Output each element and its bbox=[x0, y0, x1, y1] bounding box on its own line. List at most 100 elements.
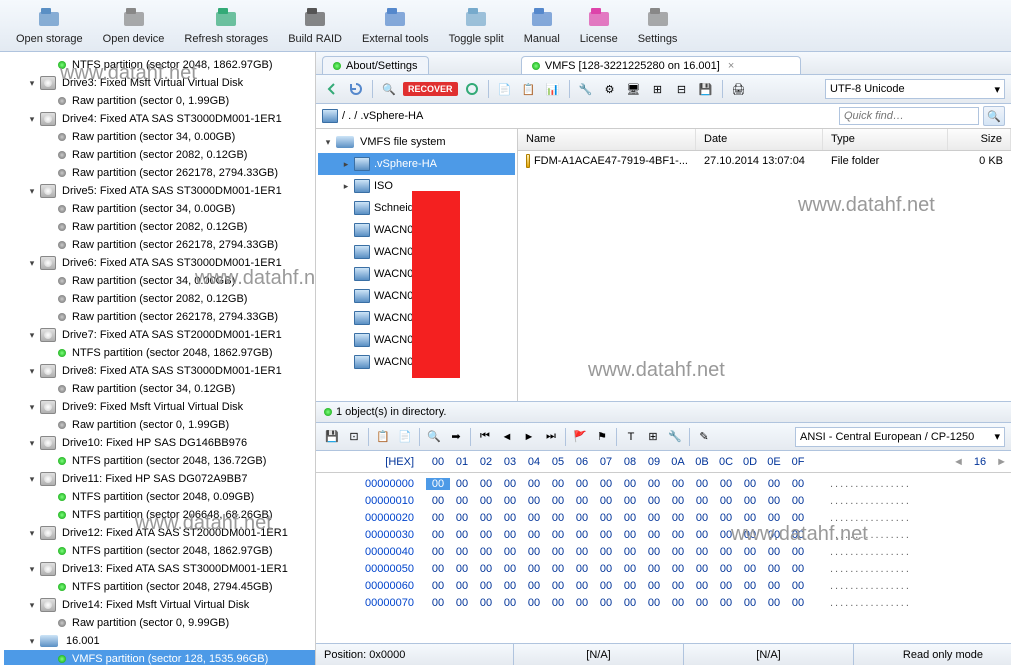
expander-icon[interactable] bbox=[26, 599, 38, 611]
tree-row[interactable]: Drive5: Fixed ATA SAS ST3000DM001-1ER1 bbox=[4, 182, 315, 200]
encoding-select[interactable]: UTF-8 Unicode ▾ bbox=[825, 79, 1005, 99]
refresh-icon[interactable] bbox=[346, 79, 366, 99]
breadcrumb-path[interactable]: / . / .vSphere-HA bbox=[342, 110, 423, 122]
tree-row[interactable]: Raw partition (sector 2082, 0.12GB) bbox=[4, 218, 315, 236]
tool-icon[interactable]: ⊞ bbox=[648, 79, 668, 99]
tree-row[interactable]: Raw partition (sector 34, 0.00GB) bbox=[4, 200, 315, 218]
expander-icon[interactable] bbox=[26, 527, 38, 539]
tree-row[interactable]: NTFS partition (sector 2048, 1862.97GB) bbox=[4, 344, 315, 362]
hex-row[interactable]: 0000006000000000000000000000000000000000… bbox=[316, 577, 1011, 594]
expander-icon[interactable] bbox=[26, 563, 38, 575]
paste-icon[interactable]: 📄 bbox=[395, 427, 415, 447]
prev-icon[interactable]: ◄ bbox=[497, 427, 517, 447]
hex-content[interactable]: 0000000000000000000000000000000000000000… bbox=[316, 473, 1011, 643]
tree-row[interactable]: Drive14: Fixed Msft Virtual Virtual Disk bbox=[4, 596, 315, 614]
hex-nav-right[interactable]: ► bbox=[992, 456, 1011, 468]
tree-row[interactable]: Drive9: Fixed Msft Virtual Virtual Disk bbox=[4, 398, 315, 416]
tool-icon[interactable]: 🔧 bbox=[576, 79, 596, 99]
col-size[interactable]: Size bbox=[948, 129, 1011, 150]
goto-icon[interactable]: ➡ bbox=[446, 427, 466, 447]
tree-row[interactable]: Drive13: Fixed ATA SAS ST3000DM001-1ER1 bbox=[4, 560, 315, 578]
expander-icon[interactable] bbox=[322, 136, 334, 148]
tool-icon[interactable]: 🔧 bbox=[665, 427, 685, 447]
hex-row[interactable]: 0000000000000000000000000000000000000000… bbox=[316, 475, 1011, 492]
tree-row[interactable]: NTFS partition (sector 206648, 68.26GB) bbox=[4, 506, 315, 524]
txt-icon[interactable]: T bbox=[621, 427, 641, 447]
tool-icon[interactable]: ⊞ bbox=[643, 427, 663, 447]
toolbar-manual[interactable]: Manual bbox=[514, 2, 570, 49]
expander-icon[interactable] bbox=[26, 365, 38, 377]
tree-row[interactable]: Drive10: Fixed HP SAS DG146BB976 bbox=[4, 434, 315, 452]
hex-row[interactable]: 0000001000000000000000000000000000000000… bbox=[316, 492, 1011, 509]
tree-row[interactable]: Raw partition (sector 34, 0.12GB) bbox=[4, 380, 315, 398]
col-name[interactable]: Name bbox=[518, 129, 696, 150]
tree-row[interactable]: NTFS partition (sector 2048, 1862.97GB) bbox=[4, 56, 315, 74]
tree-row[interactable]: NTFS partition (sector 2048, 1862.97GB) bbox=[4, 542, 315, 560]
save-icon[interactable]: 💾 bbox=[322, 427, 342, 447]
copy-icon[interactable]: 📋 bbox=[373, 427, 393, 447]
flag-red-icon[interactable]: 🚩 bbox=[570, 427, 590, 447]
next-icon[interactable]: ► bbox=[519, 427, 539, 447]
tree-row[interactable]: Raw partition (sector 262178, 2794.33GB) bbox=[4, 308, 315, 326]
toolbar-raid[interactable]: Build RAID bbox=[278, 2, 352, 49]
tree-row[interactable]: Drive8: Fixed ATA SAS ST3000DM001-1ER1 bbox=[4, 362, 315, 380]
tab-close-icon[interactable]: × bbox=[728, 60, 734, 72]
hex-row[interactable]: 0000007000000000000000000000000000000000… bbox=[316, 594, 1011, 611]
tree-row[interactable]: Raw partition (sector 34, 0.00GB) bbox=[4, 272, 315, 290]
toolbar-folder-open[interactable]: Open storage bbox=[6, 2, 93, 49]
tree-row[interactable]: Raw partition (sector 2082, 0.12GB) bbox=[4, 146, 315, 164]
expander-icon[interactable] bbox=[26, 185, 38, 197]
back-icon[interactable] bbox=[322, 79, 342, 99]
tool-icon[interactable]: 🖥 bbox=[624, 79, 644, 99]
tree-row[interactable]: Raw partition (sector 262178, 2794.33GB) bbox=[4, 236, 315, 254]
tool-icon[interactable]: 📋 bbox=[519, 79, 539, 99]
search-input[interactable] bbox=[840, 110, 978, 122]
hex-row[interactable]: 0000003000000000000000000000000000000000… bbox=[316, 526, 1011, 543]
toolbar-license[interactable]: License bbox=[570, 2, 628, 49]
tab-vmfs[interactable]: VMFS [128-3221225280 on 16.001] × bbox=[521, 56, 801, 74]
recover-button[interactable]: RECOVER bbox=[403, 82, 458, 96]
toolbar-settings[interactable]: Settings bbox=[628, 2, 688, 49]
tree-row[interactable]: Drive3: Fixed Msft Virtual Virtual Disk bbox=[4, 74, 315, 92]
expander-icon[interactable] bbox=[26, 257, 38, 269]
tool-icon[interactable]: 📄 bbox=[495, 79, 515, 99]
expander-icon[interactable] bbox=[340, 180, 352, 192]
select-icon[interactable]: ⊡ bbox=[344, 427, 364, 447]
pen-icon[interactable]: ✎ bbox=[694, 427, 714, 447]
toolbar-tools[interactable]: External tools bbox=[352, 2, 439, 49]
tree-row[interactable]: Raw partition (sector 262178, 2794.33GB) bbox=[4, 164, 315, 182]
expander-icon[interactable] bbox=[26, 113, 38, 125]
hex-row[interactable]: 0000004000000000000000000000000000000000… bbox=[316, 543, 1011, 560]
tree-row[interactable]: NTFS partition (sector 2048, 0.09GB) bbox=[4, 488, 315, 506]
tab-about[interactable]: About/Settings bbox=[322, 56, 429, 74]
tool-icon[interactable]: 💾 bbox=[696, 79, 716, 99]
first-icon[interactable]: ⏮ bbox=[475, 427, 495, 447]
expander-icon[interactable] bbox=[26, 401, 38, 413]
tree-row[interactable]: 16.001 bbox=[4, 632, 315, 650]
tool-icon[interactable]: ⚙ bbox=[600, 79, 620, 99]
col-date[interactable]: Date bbox=[696, 129, 823, 150]
tree-row[interactable]: Raw partition (sector 2082, 0.12GB) bbox=[4, 290, 315, 308]
flag-icon[interactable]: ⚑ bbox=[592, 427, 612, 447]
col-type[interactable]: Type bbox=[823, 129, 948, 150]
toolbar-device[interactable]: Open device bbox=[93, 2, 175, 49]
expander-icon[interactable] bbox=[26, 473, 38, 485]
tree-row[interactable]: Drive4: Fixed ATA SAS ST3000DM001-1ER1 bbox=[4, 110, 315, 128]
tree-row[interactable]: Drive6: Fixed ATA SAS ST3000DM001-1ER1 bbox=[4, 254, 315, 272]
tool-icon[interactable]: 🖨 bbox=[729, 79, 749, 99]
search-button[interactable]: 🔍 bbox=[983, 106, 1005, 126]
file-row[interactable]: FDM-A1ACAE47-7919-4BF1-... 27.10.2014 13… bbox=[518, 151, 1011, 171]
expander-icon[interactable] bbox=[26, 635, 38, 647]
refresh-green-icon[interactable] bbox=[462, 79, 482, 99]
tree-row[interactable]: Drive12: Fixed ATA SAS ST2000DM001-1ER1 bbox=[4, 524, 315, 542]
tree-row[interactable]: NTFS partition (sector 2048, 2794.45GB) bbox=[4, 578, 315, 596]
tree-row[interactable]: Drive11: Fixed HP SAS DG072A9BB7 bbox=[4, 470, 315, 488]
hex-nav-left[interactable]: ◄ bbox=[949, 456, 968, 468]
tree-row[interactable]: Raw partition (sector 34, 0.00GB) bbox=[4, 128, 315, 146]
hex-encoding-select[interactable]: ANSI - Central European / CP-1250 ▾ bbox=[795, 427, 1005, 447]
tool-icon[interactable]: ⊟ bbox=[672, 79, 692, 99]
folder-tree-row[interactable]: VMFS file system bbox=[318, 131, 515, 153]
binoculars-icon[interactable]: 🔍 bbox=[379, 79, 399, 99]
expander-icon[interactable] bbox=[340, 158, 352, 170]
tree-row[interactable]: Raw partition (sector 0, 1.99GB) bbox=[4, 92, 315, 110]
